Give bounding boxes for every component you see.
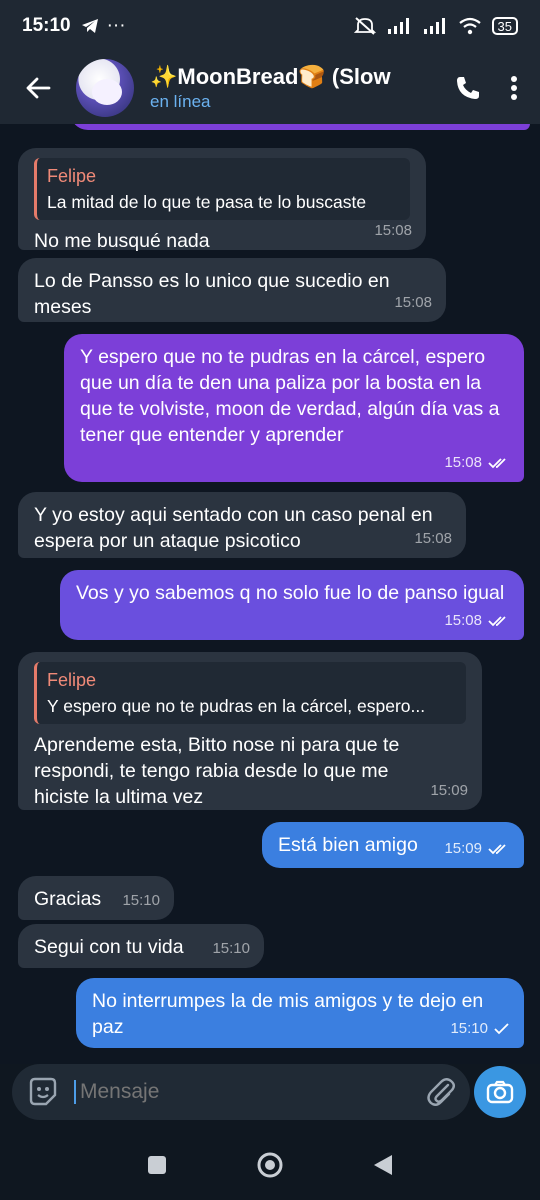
message-text: Lo de Pansso es lo unico que sucedio en … [34,270,390,318]
mute-icon [353,17,376,35]
message-time: 15:08 [444,612,482,629]
phone-icon[interactable] [454,74,482,102]
double-check-icon [488,616,506,627]
sticker-icon[interactable] [26,1075,60,1109]
reply-text: Y espero que no te pudras en la cárcel, … [47,696,426,716]
paperclip-icon[interactable] [426,1077,456,1107]
single-check-icon [494,1023,509,1035]
signal-icon [387,18,409,34]
chat-status: en línea [150,92,211,111]
double-check-icon [488,844,506,855]
double-check-icon [488,458,506,469]
message-bubble-outgoing[interactable]: Y espero que no te pudras en la cárcel, … [64,334,524,482]
chat-header: ✨MoonBread🍞 (Slow en línea [0,52,540,124]
message-bubble-partial[interactable] [70,124,530,130]
system-nav-bar [0,1130,540,1200]
message-time: 15:10 [122,892,160,909]
message-text: Y yo estoy aqui sentado con un caso pena… [34,504,433,552]
arrow-left-icon [26,77,51,99]
message-bubble-incoming[interactable]: Segui con tu vida 15:10 [18,924,264,968]
message-bubble-outgoing[interactable]: Está bien amigo 15:09 [262,822,524,868]
battery-indicator: 35 [491,17,518,35]
message-bubble-incoming[interactable]: Felipe Y espero que no te pudras en la c… [18,652,482,810]
more-notifications-icon: ··· [106,15,126,36]
message-bubble-outgoing[interactable]: Vos y yo sabemos q no solo fue lo de pan… [60,570,524,640]
message-bubble-incoming[interactable]: Lo de Pansso es lo unico que sucedio en … [18,258,446,322]
message-time: 15:09 [430,782,468,799]
message-text: No me busqué nada [34,230,210,252]
message-text: Y espero que no te pudras en la cárcel, … [80,346,500,446]
message-bubble-incoming[interactable]: Felipe La mitad de lo que te pasa te lo … [18,148,426,252]
message-time: 15:08 [444,454,482,471]
message-time: 15:08 [374,222,412,239]
back-nav-icon[interactable] [372,1153,394,1177]
signal-icon-2 [423,18,445,34]
camera-button[interactable] [474,1066,526,1118]
message-time: 15:09 [444,840,482,857]
home-icon[interactable] [256,1151,284,1179]
more-vertical-icon[interactable] [510,74,518,102]
status-time: 15:10 [22,15,71,36]
message-time: 15:08 [394,294,432,311]
message-text: Vos y yo sabemos q no solo fue lo de pan… [76,582,505,604]
reply-text: La mitad de lo que te pasa te lo buscast… [47,192,367,212]
telegram-icon [81,19,98,33]
message-bubble-incoming[interactable]: Y yo estoy aqui sentado con un caso pena… [18,492,466,558]
message-list[interactable]: Felipe La mitad de lo que te pasa te lo … [0,124,540,1064]
reply-author: Felipe [47,166,97,186]
chat-title[interactable]: ✨MoonBread🍞 (Slow [150,64,400,90]
status-bar: 15:10 ··· 35 [0,0,540,52]
message-composer [12,1064,470,1120]
reply-author: Felipe [47,670,97,690]
camera-icon [486,1080,514,1104]
message-bubble-outgoing[interactable]: No interrumpes la de mis amigos y te dej… [76,978,524,1048]
message-text: No interrumpes la de mis amigos y te dej… [92,990,484,1038]
back-button[interactable] [18,52,58,124]
reply-quote[interactable]: Felipe La mitad de lo que te pasa te lo … [34,158,410,220]
avatar[interactable] [76,59,134,117]
message-time: 15:10 [212,940,250,957]
message-input[interactable] [74,1080,426,1104]
recents-icon[interactable] [146,1154,168,1176]
message-bubble-incoming[interactable]: Gracias 15:10 [18,876,174,920]
message-time: 15:08 [414,530,452,547]
message-time: 15:10 [450,1020,488,1037]
reply-quote[interactable]: Felipe Y espero que no te pudras en la c… [34,662,466,724]
message-text: Aprendeme esta, Bitto nose ni para que t… [34,734,400,808]
wifi-icon [458,17,481,35]
